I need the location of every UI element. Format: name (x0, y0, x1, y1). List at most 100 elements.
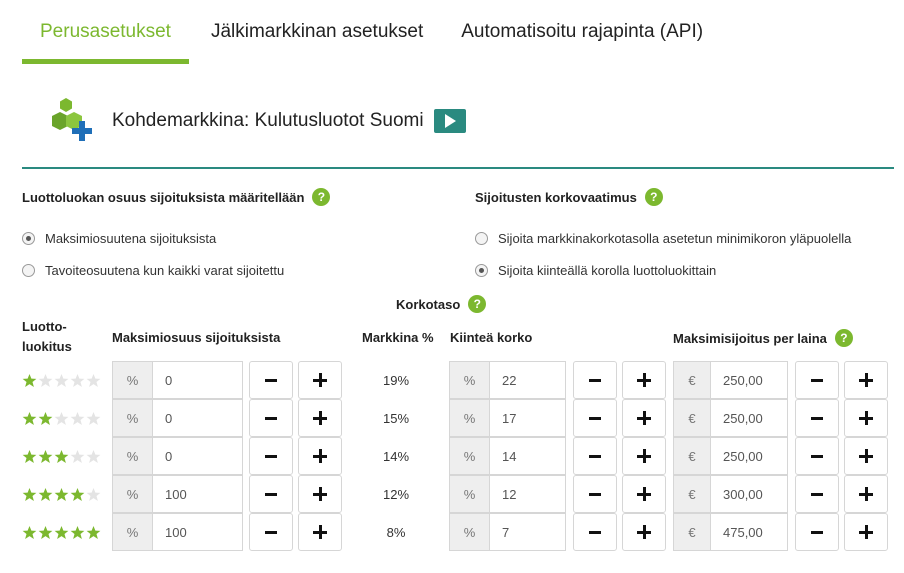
rate-decrement-button[interactable] (573, 437, 617, 475)
question-icon[interactable]: ? (468, 295, 487, 313)
investment-unit: € (673, 437, 711, 475)
share-increment-button[interactable] (298, 437, 342, 475)
radio-target-share[interactable] (22, 264, 35, 277)
rating-row: % 100 8%% 7 €475,00 (22, 513, 892, 551)
max-investment-input[interactable]: 250,00 (711, 399, 788, 437)
rate-increment-button[interactable] (622, 437, 666, 475)
investment-increment-button[interactable] (844, 361, 888, 399)
question-icon[interactable]: ? (644, 188, 663, 206)
tab-jalkimarkkinan-asetukset[interactable]: Jälkimarkkinan asetukset (191, 0, 441, 64)
rating-stars (22, 487, 102, 502)
market-pct-value: 14% (382, 448, 410, 464)
investment-decrement-button[interactable] (795, 513, 839, 551)
max-share-input[interactable]: 100 (153, 475, 243, 513)
share-section-heading: Luottoluokan osuus sijoituksista määrite… (22, 188, 331, 206)
rating-row: % 0 15%% 17 €250,00 (22, 399, 892, 437)
market-pct-value: 19% (382, 372, 410, 388)
investment-increment-button[interactable] (844, 399, 888, 437)
share-increment-button[interactable] (298, 475, 342, 513)
radio-fixed-rate[interactable] (475, 264, 488, 277)
fixed-rate-input[interactable]: 12 (490, 475, 566, 513)
investment-decrement-button[interactable] (795, 399, 839, 437)
plus-icon (859, 411, 873, 425)
rate-decrement-button[interactable] (573, 475, 617, 513)
investment-increment-button[interactable] (844, 513, 888, 551)
star-icon (86, 373, 102, 388)
rate-option-fixed[interactable]: Sijoita kiinteällä korolla luottoluokitt… (475, 263, 716, 278)
rate-unit: % (449, 475, 490, 513)
share-decrement-button[interactable] (249, 475, 293, 513)
max-share-input[interactable]: 100 (153, 513, 243, 551)
share-decrement-button[interactable] (249, 399, 293, 437)
share-decrement-button[interactable] (249, 361, 293, 399)
minus-icon (589, 530, 601, 534)
rating-row: % 0 19%% 22 €250,00 (22, 361, 892, 399)
max-share-input[interactable]: 0 (153, 399, 243, 437)
investment-increment-button[interactable] (844, 475, 888, 513)
star-icon (86, 449, 102, 464)
share-unit: % (112, 437, 153, 475)
rating-stars (22, 411, 102, 426)
rate-decrement-button[interactable] (573, 361, 617, 399)
tab-perusasetukset[interactable]: Perusasetukset (22, 0, 189, 64)
investment-decrement-button[interactable] (795, 475, 839, 513)
plus-icon (637, 411, 651, 425)
rating-header: Luotto- luokitus (22, 317, 72, 357)
share-option-max[interactable]: Maksimiosuutena sijoituksista (22, 231, 216, 246)
plus-icon (859, 373, 873, 387)
plus-icon (859, 525, 873, 539)
fixed-rate-input[interactable]: 17 (490, 399, 566, 437)
plus-icon (859, 487, 873, 501)
share-option-max-label: Maksimiosuutena sijoituksista (45, 231, 217, 246)
max-investment-input[interactable]: 475,00 (711, 513, 788, 551)
star-icon (38, 525, 54, 540)
minus-icon (811, 454, 823, 458)
plus-icon (859, 449, 873, 463)
max-investment-input[interactable]: 250,00 (711, 361, 788, 399)
tab-api[interactable]: Automatisoitu rajapinta (API) (443, 0, 721, 64)
share-section-title: Luottoluokan osuus sijoituksista määrite… (22, 189, 305, 205)
market-title: Kohdemarkkina: Kulutusluotot Suomi (112, 110, 424, 131)
share-option-target[interactable]: Tavoiteosuutena kun kaikki varat sijoite… (22, 263, 284, 278)
share-decrement-button[interactable] (249, 513, 293, 551)
share-increment-button[interactable] (298, 513, 342, 551)
rate-increment-button[interactable] (622, 399, 666, 437)
share-unit: % (112, 399, 153, 437)
play-icon[interactable] (433, 109, 466, 133)
share-decrement-button[interactable] (249, 437, 293, 475)
radio-max-share[interactable] (22, 232, 35, 245)
rate-option-market[interactable]: Sijoita markkinakorkotasolla asetetun mi… (475, 231, 851, 246)
market-pct-header: Markkina % (362, 330, 434, 345)
investment-decrement-button[interactable] (795, 361, 839, 399)
max-investment-input[interactable]: 250,00 (711, 437, 788, 475)
max-share-input[interactable]: 0 (153, 361, 243, 399)
rate-increment-button[interactable] (622, 475, 666, 513)
rate-option-fixed-label: Sijoita kiinteällä korolla luottoluokitt… (498, 263, 717, 278)
investment-unit: € (673, 513, 711, 551)
market-add-icon (52, 96, 98, 146)
rate-increment-button[interactable] (622, 361, 666, 399)
rate-increment-button[interactable] (622, 513, 666, 551)
rate-decrement-button[interactable] (573, 513, 617, 551)
investment-decrement-button[interactable] (795, 437, 839, 475)
share-increment-button[interactable] (298, 361, 342, 399)
plus-icon (313, 411, 327, 425)
fixed-rate-input[interactable]: 14 (490, 437, 566, 475)
question-icon[interactable]: ? (312, 188, 331, 206)
market-header: Kohdemarkkina: Kulutusluotot Suomi (52, 96, 466, 146)
star-icon (38, 411, 54, 426)
investment-increment-button[interactable] (844, 437, 888, 475)
max-investment-input[interactable]: 300,00 (711, 475, 788, 513)
fixed-rate-input[interactable]: 7 (490, 513, 566, 551)
fixed-rate-header: Kiinteä korko (450, 330, 533, 345)
question-icon[interactable]: ? (834, 329, 853, 347)
max-share-input[interactable]: 0 (153, 437, 243, 475)
fixed-rate-input[interactable]: 22 (490, 361, 566, 399)
rate-unit: % (449, 437, 490, 475)
rate-decrement-button[interactable] (573, 399, 617, 437)
tab-bar: Perusasetukset Jälkimarkkinan asetukset … (22, 0, 723, 64)
share-increment-button[interactable] (298, 399, 342, 437)
radio-market-rate[interactable] (475, 232, 488, 245)
section-divider (22, 167, 894, 169)
star-icon (22, 487, 38, 502)
